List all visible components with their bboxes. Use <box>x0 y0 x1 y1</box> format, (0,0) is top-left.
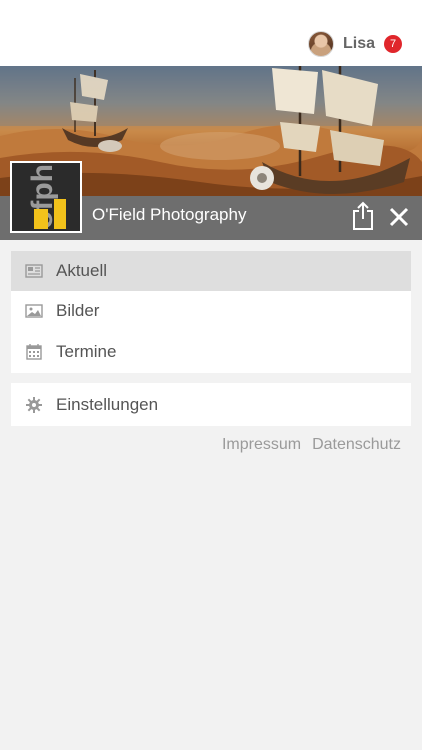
menu-item-bilder[interactable]: Bilder <box>11 291 411 331</box>
calendar-icon <box>25 343 43 361</box>
user-name[interactable]: Lisa <box>343 35 375 53</box>
menu-item-label: Termine <box>56 342 117 361</box>
notification-badge[interactable]: 7 <box>384 35 402 53</box>
close-button[interactable] <box>387 205 411 229</box>
settings-menu: Einstellungen <box>11 383 411 426</box>
page-title: O'Field Photography <box>92 205 247 224</box>
menu-item-einstellungen[interactable]: Einstellungen <box>11 385 411 425</box>
close-icon <box>389 207 409 227</box>
menu-item-label: Aktuell <box>56 261 108 280</box>
menu-item-label: Bilder <box>56 301 100 320</box>
user-menu[interactable]: Lisa 7 <box>307 30 402 58</box>
brand-logo: ofph <box>10 161 82 233</box>
top-bar: Lisa 7 <box>0 0 422 66</box>
image-icon <box>25 302 43 320</box>
newspaper-icon <box>25 262 43 280</box>
menu-item-label: Einstellungen <box>56 395 159 414</box>
share-icon <box>353 201 373 230</box>
gear-icon <box>25 396 43 414</box>
main-menu: Aktuell Bilder Termine <box>11 251 411 373</box>
share-button[interactable] <box>350 201 376 231</box>
datenschutz-link[interactable]: Datenschutz <box>312 436 401 454</box>
footer-links: Impressum Datenschutz <box>222 436 401 454</box>
menu-item-termine[interactable]: Termine <box>11 332 411 372</box>
user-avatar[interactable] <box>307 31 334 57</box>
menu-item-aktuell[interactable]: Aktuell <box>11 251 411 291</box>
impressum-link[interactable]: Impressum <box>222 436 301 454</box>
